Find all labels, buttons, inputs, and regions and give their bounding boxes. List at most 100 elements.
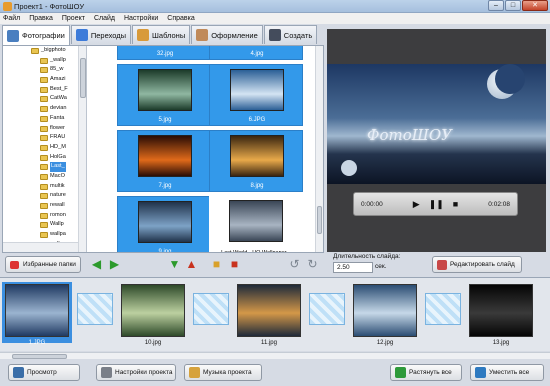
- remove-folder-icon[interactable]: ■: [228, 258, 241, 270]
- move-up-icon[interactable]: ▲: [185, 258, 198, 270]
- duration-input[interactable]: 2.50: [333, 262, 373, 273]
- templates-icon: [137, 29, 150, 41]
- tree-item[interactable]: Last_: [3, 162, 86, 172]
- slide-caption: 11.jpg: [261, 340, 277, 346]
- forward-arrow-icon[interactable]: ▶: [108, 258, 121, 270]
- tree-item-label: CatWa: [50, 95, 67, 102]
- tree-item[interactable]: Wallp: [3, 220, 86, 230]
- play-icon[interactable]: ▶: [413, 199, 420, 210]
- photo-image: [230, 135, 284, 177]
- photo-thumbnail[interactable]: 4.jpg: [209, 46, 303, 60]
- timeline-scrollbar[interactable]: [0, 352, 550, 359]
- tree-horizontal-scrollbar[interactable]: [3, 242, 78, 252]
- preview-button[interactable]: Просмотр: [8, 364, 80, 381]
- folder-icon: [40, 144, 48, 151]
- window-controls: – □ ✕: [488, 0, 548, 12]
- photo-thumbnail[interactable]: 32.jpg: [117, 46, 211, 60]
- tree-item-label: devian: [50, 105, 67, 112]
- photo-thumbnail[interactable]: 7.jpg: [117, 130, 211, 192]
- transition-placeholder[interactable]: [77, 293, 113, 325]
- tree-item-label: rewall: [50, 202, 65, 208]
- timeline-slide[interactable]: 1.JPG: [2, 282, 72, 346]
- tree-item[interactable]: devian: [3, 104, 86, 114]
- minimize-button[interactable]: –: [488, 0, 504, 11]
- timeline-slide[interactable]: 10.jpg: [118, 282, 188, 346]
- photo-thumbnail[interactable]: 8.jpg: [209, 130, 303, 192]
- tree-item[interactable]: Best_F: [3, 85, 86, 95]
- menu-slide[interactable]: Слайд: [94, 13, 115, 24]
- timeline-slide[interactable]: 11.jpg: [234, 282, 304, 346]
- tree-scrollbar[interactable]: [78, 46, 86, 252]
- heart-icon: [10, 260, 19, 269]
- photo-thumbnail[interactable]: 9.jpg: [117, 196, 211, 252]
- tree-item[interactable]: MacO: [3, 172, 86, 182]
- tree-item[interactable]: Amazi: [3, 75, 86, 85]
- slide-image: [5, 284, 69, 337]
- tree-item-label: _bigphoto: [41, 47, 66, 53]
- maximize-button[interactable]: □: [505, 0, 521, 11]
- tree-item[interactable]: romon: [3, 211, 86, 221]
- photo-caption: 5.jpg: [158, 117, 172, 123]
- favorites-button[interactable]: Избранные папки: [5, 256, 81, 273]
- photo-thumbnail[interactable]: 5.jpg: [117, 64, 211, 126]
- tree-item[interactable]: FRAU: [3, 133, 86, 143]
- folder-icon: [40, 193, 48, 200]
- tab-transitions[interactable]: Переходы: [70, 25, 132, 44]
- project-music-button[interactable]: Музыка проекта: [184, 364, 262, 381]
- scrollbar-thumb[interactable]: [12, 354, 67, 359]
- back-arrow-icon[interactable]: ◀: [90, 258, 103, 270]
- move-down-icon[interactable]: ▼: [168, 258, 181, 270]
- close-button[interactable]: ✕: [522, 0, 548, 11]
- tree-item[interactable]: CatWa: [3, 94, 86, 104]
- photo-thumbnail[interactable]: Last World - HQ Wallpaper...: [209, 196, 303, 252]
- timeline-slide[interactable]: 13.jpg: [466, 282, 536, 346]
- transition-placeholder[interactable]: [309, 293, 345, 325]
- tab-label: Создать: [283, 30, 313, 40]
- fit-all-button[interactable]: Уместить все: [470, 364, 544, 381]
- edit-slide-button[interactable]: Редактировать слайд: [432, 256, 522, 273]
- scrollbar-thumb[interactable]: [317, 206, 322, 234]
- tree-item[interactable]: multik: [3, 182, 86, 192]
- tree-item[interactable]: wallpa: [3, 230, 86, 240]
- tree-item[interactable]: flower: [3, 124, 86, 134]
- photo-thumbnail[interactable]: 6.JPG: [209, 64, 303, 126]
- duration-label: Длительность слайда:: [333, 253, 401, 260]
- tab-design[interactable]: Оформление: [191, 25, 263, 44]
- add-folder-icon[interactable]: ■: [210, 258, 223, 270]
- project-settings-button[interactable]: Настройки проекта: [96, 364, 176, 381]
- tab-create[interactable]: Создать: [263, 25, 318, 44]
- tree-item[interactable]: HolGa: [3, 153, 86, 163]
- tree-item[interactable]: nature: [3, 191, 86, 201]
- photo-image: [230, 69, 284, 111]
- stretch-all-button[interactable]: Растянуть все: [390, 364, 462, 381]
- scrollbar-thumb[interactable]: [80, 58, 86, 98]
- tree-item[interactable]: _bigphoto: [3, 46, 86, 56]
- pause-icon[interactable]: ❚❚: [429, 199, 444, 210]
- folder-icon: [40, 67, 48, 74]
- transition-placeholder[interactable]: [425, 293, 461, 325]
- tree-item[interactable]: Fanta: [3, 114, 86, 124]
- stop-icon[interactable]: ■: [453, 199, 458, 210]
- tab-templates[interactable]: Шаблоны: [132, 25, 191, 44]
- grid-scrollbar[interactable]: [315, 46, 323, 252]
- timeline-slide[interactable]: 12.jpg: [350, 282, 420, 346]
- menu-settings[interactable]: Настройки: [124, 13, 158, 24]
- slide-image: [469, 284, 533, 337]
- folder-icon: [40, 115, 48, 122]
- tab-photos[interactable]: Фотографии: [2, 25, 70, 45]
- tree-item[interactable]: HD_M: [3, 143, 86, 153]
- rotate-right-icon[interactable]: ↻: [306, 258, 319, 270]
- menu-project[interactable]: Проект: [62, 13, 85, 24]
- fit-icon: [475, 367, 486, 378]
- menu-help[interactable]: Справка: [167, 13, 194, 24]
- menu-edit[interactable]: Правка: [29, 13, 53, 24]
- transition-placeholder[interactable]: [193, 293, 229, 325]
- small-moon-image: [341, 160, 357, 176]
- folder-icon: [40, 183, 48, 190]
- rotate-left-icon[interactable]: ↺: [288, 258, 301, 270]
- tree-item[interactable]: _wallp: [3, 56, 86, 66]
- tree-item[interactable]: 85_w: [3, 65, 86, 75]
- menu-file[interactable]: Файл: [3, 13, 20, 24]
- tree-item[interactable]: rewall: [3, 201, 86, 211]
- photo-caption: 32.jpg: [156, 51, 174, 57]
